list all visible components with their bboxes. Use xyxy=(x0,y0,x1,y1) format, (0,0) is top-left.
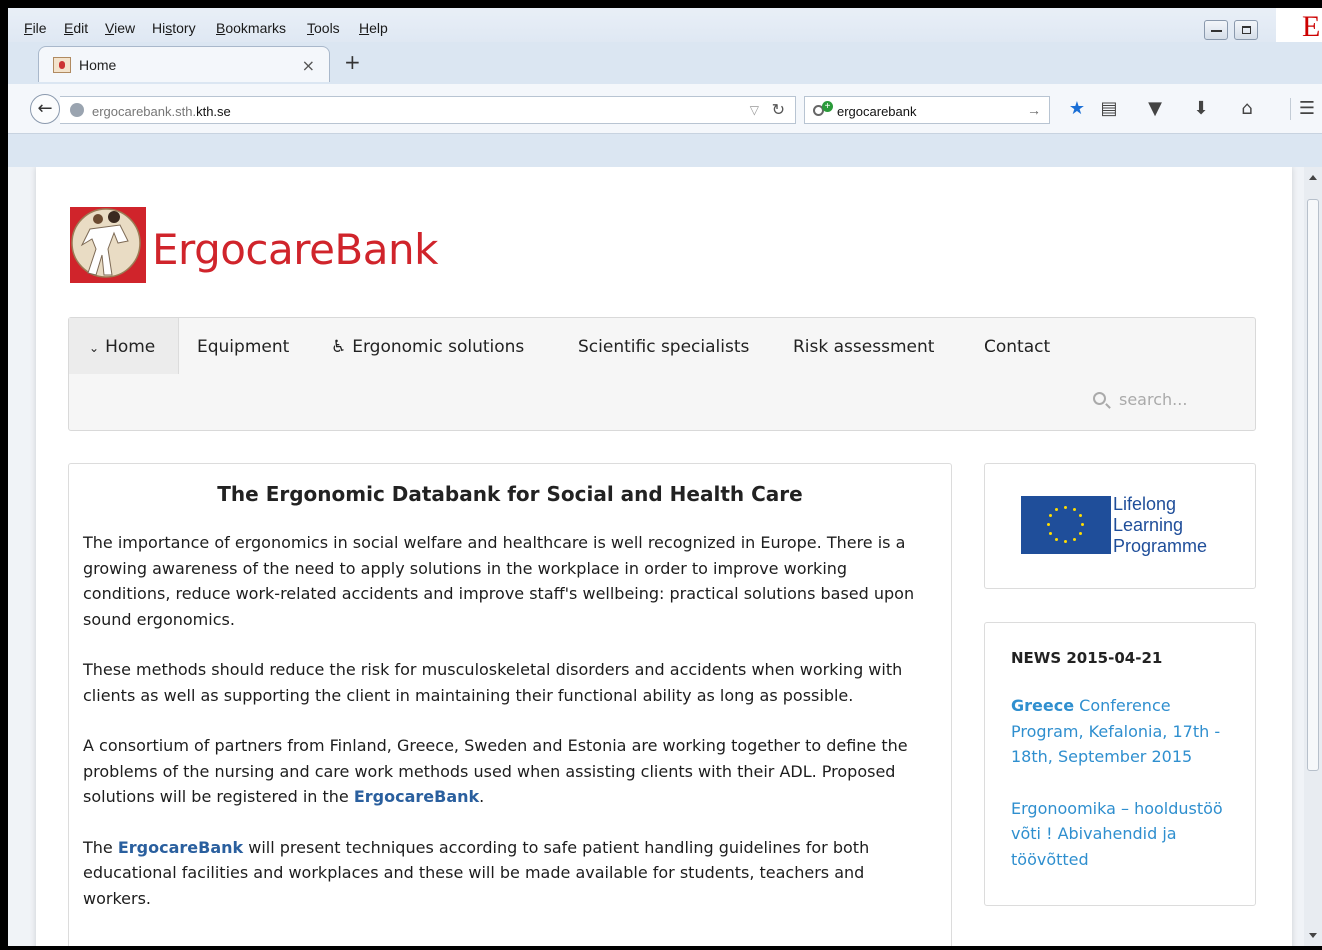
nav-item-contact[interactable]: Contact xyxy=(984,318,1050,374)
news-box: NEWS 2015-04-21 Greece Conference Progra… xyxy=(984,622,1256,906)
lifelong-learning-text[interactable]: Lifelong Learning Programme xyxy=(1113,494,1207,557)
restore-icon xyxy=(1242,26,1251,34)
nav-item-equipment[interactable]: Equipment xyxy=(197,318,289,374)
url-dropdown-icon[interactable]: ▽ xyxy=(750,103,759,117)
site-title[interactable]: ErgocareBank xyxy=(152,225,438,274)
nav-item-scientific-specialists[interactable]: Scientific specialists xyxy=(578,318,749,374)
menu-tools[interactable]: Tools xyxy=(307,20,340,36)
browser-search-bar[interactable]: + ergocarebank → xyxy=(804,96,1050,124)
ergocarebank-link[interactable]: ErgocareBank xyxy=(354,787,479,806)
minimize-icon xyxy=(1211,30,1222,32)
article-paragraph-3: A consortium of partners from Finland, G… xyxy=(83,736,908,806)
article-paragraph-1: The importance of ergonomics in social w… xyxy=(83,533,915,629)
article-paragraph-2: These methods should reduce the risk for… xyxy=(83,660,903,705)
menu-view[interactable]: View xyxy=(105,20,135,36)
nav-bar: ← ergocarebank.sth.kth.se ▽ ↻ + ergocare… xyxy=(8,84,1322,134)
minimize-button[interactable] xyxy=(1204,20,1228,40)
wheelchair-icon: ♿ xyxy=(331,337,347,357)
scroll-down-icon[interactable] xyxy=(1309,933,1317,938)
article-paragraph-4: The ErgocareBank will present techniques… xyxy=(83,837,870,908)
chevron-down-icon: ⌄ xyxy=(89,341,100,355)
new-tab-button[interactable]: + xyxy=(344,52,361,72)
back-button[interactable]: ← xyxy=(30,94,60,124)
download-icon[interactable]: ⬇ xyxy=(1190,98,1212,120)
main-article: The Ergonomic Databank for Social and He… xyxy=(68,463,952,946)
tab-title: Home xyxy=(79,57,117,73)
site-logo-icon[interactable] xyxy=(68,199,148,283)
eu-flag-icon[interactable] xyxy=(1021,496,1111,554)
cropped-window-letter: E xyxy=(1276,8,1322,46)
news-heading: NEWS 2015-04-21 xyxy=(1011,649,1163,667)
main-navigation: ⌄ Home Equipment ♿ Ergonomic solutions Sci… xyxy=(68,317,1256,431)
close-tab-icon[interactable]: × xyxy=(302,56,315,75)
news-link-ergonoomika[interactable]: Ergonoomika – hooldustöö võti ! Abivahen… xyxy=(1011,796,1229,873)
article-title: The Ergonomic Databank for Social and He… xyxy=(217,482,803,506)
news-link-greece[interactable]: Greece Conference Program, Kefalonia, 17… xyxy=(1011,693,1229,770)
tab-home[interactable]: Home × xyxy=(38,46,330,82)
restore-button[interactable] xyxy=(1234,20,1258,40)
pocket-icon[interactable]: ▼ xyxy=(1144,98,1166,120)
toolbar-divider xyxy=(1290,98,1291,120)
bookmarks-list-icon[interactable]: ▤ xyxy=(1098,98,1120,120)
lifelong-learning-box: Lifelong Learning Programme xyxy=(984,463,1256,589)
menu-edit[interactable]: Edit xyxy=(64,20,88,36)
globe-icon xyxy=(70,103,84,117)
menu-bar: File Edit View History Bookmarks Tools H… xyxy=(8,8,1322,46)
url-text: ergocarebank.sth.kth.se xyxy=(92,104,231,119)
nav-home-label: Home xyxy=(105,337,156,357)
nav-item-ergonomic-solutions[interactable]: ♿ Ergonomic solutions xyxy=(331,318,524,374)
page-viewport: ErgocareBank ⌄ Home Equipment ♿ Ergonomic … xyxy=(8,167,1304,946)
menu-bookmarks[interactable]: Bookmarks xyxy=(216,20,286,36)
scroll-thumb[interactable] xyxy=(1307,199,1319,771)
menu-history[interactable]: History xyxy=(152,20,196,36)
reload-icon[interactable]: ↻ xyxy=(772,100,785,120)
search-placeholder: search... xyxy=(1119,390,1188,409)
site-search[interactable]: search... xyxy=(1093,388,1223,416)
nav-ergonomic-label: Ergonomic solutions xyxy=(352,337,525,357)
vertical-scrollbar[interactable] xyxy=(1304,167,1322,946)
browser-window: File Edit View History Bookmarks Tools H… xyxy=(8,8,1322,946)
url-bar[interactable]: ergocarebank.sth.kth.se ▽ ↻ xyxy=(60,96,796,124)
menu-help[interactable]: Help xyxy=(359,20,388,36)
back-arrow-icon: ← xyxy=(37,98,53,119)
search-go-icon[interactable]: → xyxy=(1027,102,1041,118)
search-input[interactable]: ergocarebank xyxy=(837,104,917,119)
ergocarebank-link[interactable]: ErgocareBank xyxy=(118,838,243,857)
home-icon[interactable]: ⌂ xyxy=(1236,98,1258,120)
scroll-up-icon[interactable] xyxy=(1309,175,1317,180)
site-page: ErgocareBank ⌄ Home Equipment ♿ Ergonomic … xyxy=(36,167,1292,946)
menu-file[interactable]: File xyxy=(24,20,47,36)
nav-item-home[interactable]: ⌄ Home xyxy=(69,318,179,374)
tab-bar: Home × + xyxy=(8,42,1322,84)
nav-item-risk-assessment[interactable]: Risk assessment xyxy=(793,318,934,374)
favicon-icon xyxy=(53,57,71,73)
search-engine-add-icon[interactable]: + xyxy=(813,101,833,119)
bookmark-star-icon[interactable]: ★ xyxy=(1066,98,1088,120)
hamburger-menu-icon[interactable]: ☰ xyxy=(1296,98,1318,120)
search-icon xyxy=(1093,392,1106,405)
